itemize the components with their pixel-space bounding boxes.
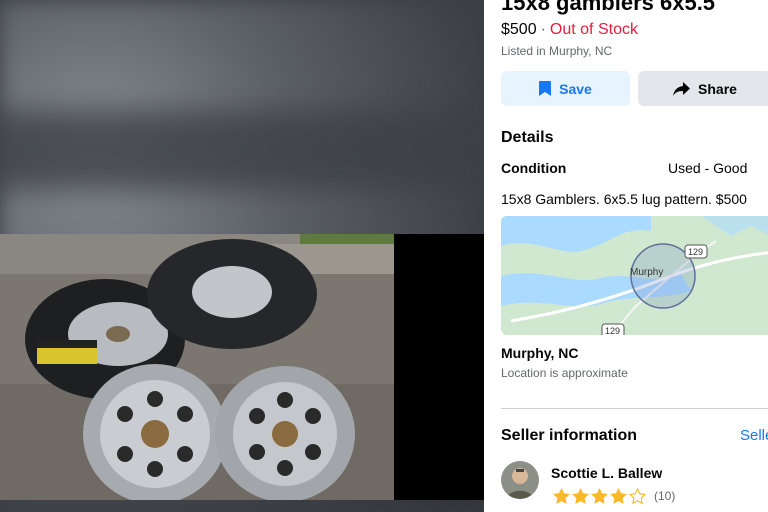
route-shield-top-label: 129	[688, 247, 703, 257]
location-map[interactable]: Murphy 129 129	[501, 216, 768, 335]
price-separator: ·	[540, 21, 546, 38]
photo-letterbox	[394, 234, 484, 500]
seller-avatar[interactable]	[501, 461, 539, 499]
share-arrow-icon	[673, 81, 691, 96]
section-divider	[501, 408, 768, 409]
listed-location: Listed in Murphy, NC	[501, 44, 613, 58]
star-outline-icon	[629, 488, 646, 504]
location-title: Murphy, NC	[501, 345, 579, 361]
star-icon	[610, 488, 627, 504]
seller-name[interactable]: Scottie L. Ballew	[551, 465, 662, 481]
route-shield-bottom-label: 129	[605, 326, 620, 335]
condition-label: Condition	[501, 160, 567, 176]
seller-details-link[interactable]: Seller details	[740, 427, 768, 444]
map-town-label: Murphy	[630, 267, 663, 278]
listing-title: 15x8 gamblers 6x5.5	[501, 0, 716, 15]
star-icon	[591, 488, 608, 504]
location-subtitle: Location is approximate	[501, 366, 628, 380]
save-button-label: Save	[559, 80, 592, 97]
listing-price: $500	[501, 21, 537, 38]
listing-details-panel: 15x8 gamblers 6x5.5 $500 · Out of Stock Li…	[484, 0, 768, 512]
listing-media-viewer[interactable]	[0, 0, 484, 512]
seller-rating: (10)	[553, 488, 675, 504]
condition-value: Used - Good	[668, 160, 748, 176]
star-icon	[572, 488, 589, 504]
seller-info-heading: Seller information	[501, 427, 638, 444]
star-icon	[553, 488, 570, 504]
listing-description: 15x8 Gamblers. 6x5.5 lug pattern. $500	[501, 191, 747, 207]
blurred-background-band	[0, 110, 484, 190]
bookmark-icon	[539, 81, 552, 96]
listing-photo[interactable]	[0, 234, 394, 500]
save-button[interactable]: Save	[501, 71, 630, 106]
share-button-label: Share	[698, 80, 737, 97]
price-row: $500 · Out of Stock	[501, 21, 638, 39]
details-heading: Details	[501, 129, 554, 146]
share-button[interactable]: Share	[638, 71, 768, 106]
stock-status: Out of Stock	[549, 21, 638, 38]
rating-count: (10)	[654, 489, 676, 503]
